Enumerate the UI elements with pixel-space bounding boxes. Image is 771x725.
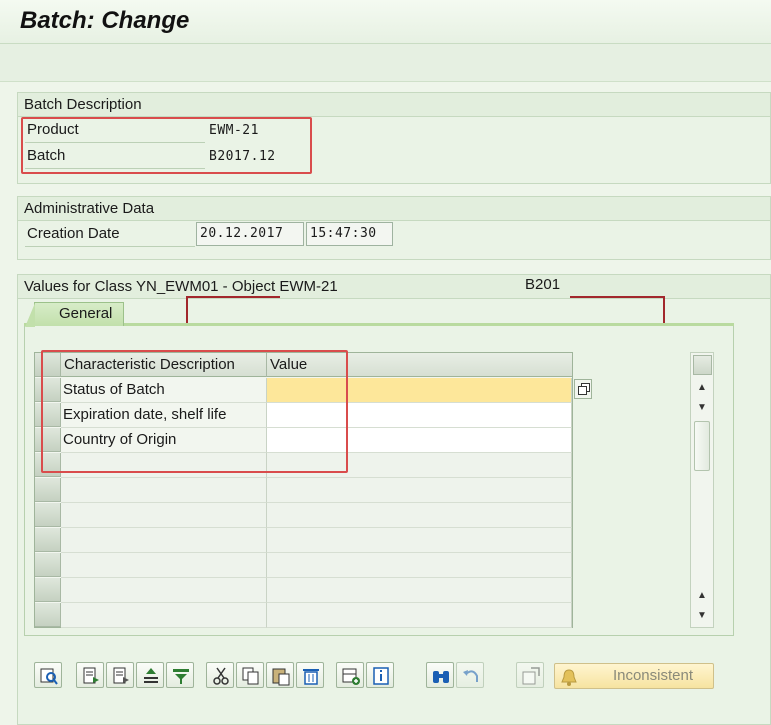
- empty-row-description[interactable]: [61, 553, 267, 578]
- empty-row-value[interactable]: [267, 503, 572, 528]
- page-title: Batch: Change: [20, 7, 190, 34]
- administrative-data-group: Administrative Data: [17, 196, 771, 260]
- sort-button[interactable]: [136, 662, 164, 688]
- batch-description-heading: Batch Description: [18, 93, 770, 117]
- batch-label-underline: [25, 168, 205, 169]
- column-header-value[interactable]: Value: [270, 353, 307, 377]
- empty-row-value[interactable]: [267, 453, 572, 478]
- value-help-button[interactable]: [574, 379, 592, 399]
- info-icon: [373, 667, 389, 685]
- sort-ascending-icon: [144, 668, 158, 683]
- add-row-button[interactable]: [336, 662, 364, 688]
- cut-button[interactable]: [206, 662, 234, 688]
- product-label-underline: [25, 142, 205, 143]
- row-selector[interactable]: [35, 528, 61, 552]
- row-2-description: Expiration date, shelf life: [61, 403, 267, 428]
- empty-row-value[interactable]: [267, 478, 572, 503]
- row-selector[interactable]: [35, 603, 61, 627]
- copy-window-icon-front: [578, 386, 587, 395]
- product-value: EWM-21: [209, 123, 259, 138]
- find-icon: [433, 671, 449, 683]
- empty-row-value[interactable]: [267, 578, 572, 603]
- empty-row-description[interactable]: [61, 578, 267, 603]
- annotation-line-top-right: [570, 296, 664, 298]
- copy-button[interactable]: [236, 662, 264, 688]
- table-toolbar: Inconsistent: [34, 662, 724, 690]
- row-2-value-input[interactable]: [267, 403, 572, 428]
- filter-button[interactable]: [166, 662, 194, 688]
- row-selector[interactable]: [35, 403, 61, 427]
- inconsistent-label: Inconsistent: [612, 667, 693, 684]
- administrative-data-heading: Administrative Data: [18, 197, 770, 221]
- add-row-icon: [342, 668, 360, 685]
- row-selector[interactable]: [35, 578, 61, 602]
- copy-icon: [242, 667, 259, 685]
- check-button[interactable]: [516, 662, 544, 688]
- scroll-thumb[interactable]: [694, 421, 710, 471]
- row-selector[interactable]: [35, 428, 61, 452]
- application-toolbar: [0, 44, 771, 82]
- general-tab-panel-top: [24, 323, 734, 326]
- row-1-description: Status of Batch: [61, 378, 267, 403]
- row-3-value-input[interactable]: [267, 428, 572, 453]
- empty-row-description[interactable]: [61, 478, 267, 503]
- creation-date-label: Creation Date: [27, 225, 120, 242]
- details-button[interactable]: [34, 662, 62, 688]
- creation-time-field: 15:47:30: [306, 222, 393, 246]
- creation-date-field: 20.12.2017: [196, 222, 304, 246]
- title-bar: Batch: Change: [0, 0, 771, 44]
- row-selector[interactable]: [35, 453, 61, 477]
- copy-row-button[interactable]: [106, 662, 134, 688]
- row-3-description: Country of Origin: [61, 428, 267, 453]
- delete-button[interactable]: [296, 662, 324, 688]
- creation-date-label-underline: [25, 246, 195, 247]
- scroll-down-icon[interactable]: ▼: [693, 607, 711, 625]
- empty-row-description[interactable]: [61, 528, 267, 553]
- scroll-up-page-icon[interactable]: ▲: [693, 379, 711, 397]
- values-class-heading-suffix: B201: [525, 276, 561, 293]
- check-icon: [522, 667, 540, 685]
- empty-row-description[interactable]: [61, 603, 267, 628]
- empty-row-value[interactable]: [267, 528, 572, 553]
- filter-icon: [173, 669, 189, 684]
- values-class-title: Values for Class YN_EWM01 - Object EWM-2…: [24, 278, 338, 295]
- insert-row-icon: [83, 667, 99, 684]
- scroll-down-page-icon[interactable]: ▼: [693, 399, 711, 417]
- delete-icon: [303, 669, 319, 685]
- table-vertical-scrollbar[interactable]: ▲ ▼ ▲ ▼: [690, 352, 714, 628]
- find-button[interactable]: [426, 662, 454, 688]
- inconsistent-button[interactable]: Inconsistent: [554, 663, 714, 689]
- row-selector[interactable]: [35, 378, 61, 402]
- row-selector[interactable]: [35, 478, 61, 502]
- undo-button[interactable]: [456, 662, 484, 688]
- paste-icon: [272, 668, 290, 686]
- empty-row-description[interactable]: [61, 503, 267, 528]
- row-selector[interactable]: [35, 503, 61, 527]
- copy-row-icon: [113, 667, 129, 684]
- characteristics-table: Characteristic Description Value Status …: [34, 352, 573, 628]
- empty-row-value[interactable]: [267, 603, 572, 628]
- cut-icon: [213, 667, 229, 685]
- annotation-line-top: [186, 296, 280, 298]
- batch-description-group: Batch Description: [17, 92, 771, 184]
- select-all-cell[interactable]: [35, 353, 61, 377]
- undo-icon: [463, 670, 478, 682]
- batch-value: B2017.12: [209, 149, 276, 164]
- empty-row-description[interactable]: [61, 453, 267, 478]
- paste-button[interactable]: [266, 662, 294, 688]
- tab-general[interactable]: General: [25, 302, 124, 327]
- insert-row-button[interactable]: [76, 662, 104, 688]
- table-settings-button[interactable]: [693, 355, 712, 375]
- table-header: Characteristic Description Value: [35, 353, 572, 377]
- product-label: Product: [27, 121, 79, 138]
- column-header-description[interactable]: Characteristic Description: [64, 353, 267, 377]
- row-selector[interactable]: [35, 553, 61, 577]
- info-button[interactable]: [366, 662, 394, 688]
- scroll-up-icon[interactable]: ▲: [693, 587, 711, 605]
- row-1-value-input[interactable]: [267, 378, 572, 403]
- bell-icon: [561, 669, 577, 686]
- batch-label: Batch: [27, 147, 66, 164]
- details-icon: [40, 668, 58, 685]
- empty-row-value[interactable]: [267, 553, 572, 578]
